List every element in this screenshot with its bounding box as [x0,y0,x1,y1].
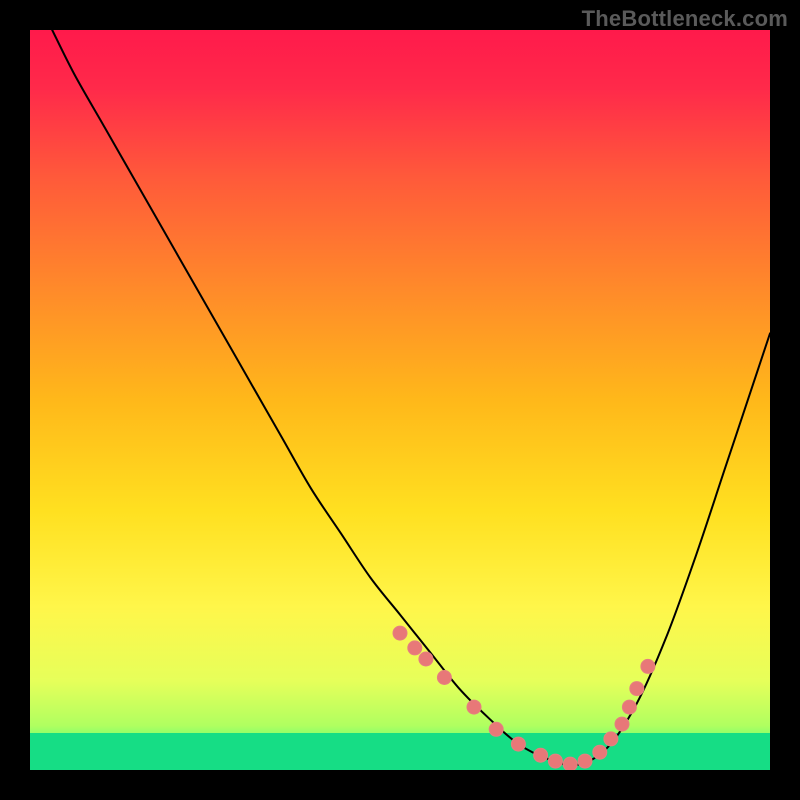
highlight-dot [437,671,451,685]
plot-svg [30,30,770,770]
highlight-dot [467,700,481,714]
highlight-dot [393,626,407,640]
highlight-dot [534,748,548,762]
gradient-background [30,30,770,770]
highlight-dot [548,754,562,768]
highlight-dot [641,659,655,673]
highlight-dot [563,757,577,770]
highlight-dot [630,682,644,696]
highlight-dot [489,722,503,736]
chart-container: TheBottleneck.com [0,0,800,800]
highlight-dot [622,700,636,714]
highlight-dot [419,652,433,666]
highlight-dot [615,717,629,731]
plot-area [30,30,770,770]
highlight-dot [578,754,592,768]
watermark-text: TheBottleneck.com [582,6,788,32]
highlight-dot [593,745,607,759]
highlight-dot [408,641,422,655]
highlight-dot [511,737,525,751]
highlight-dot [604,732,618,746]
bottom-green-band [30,733,770,770]
